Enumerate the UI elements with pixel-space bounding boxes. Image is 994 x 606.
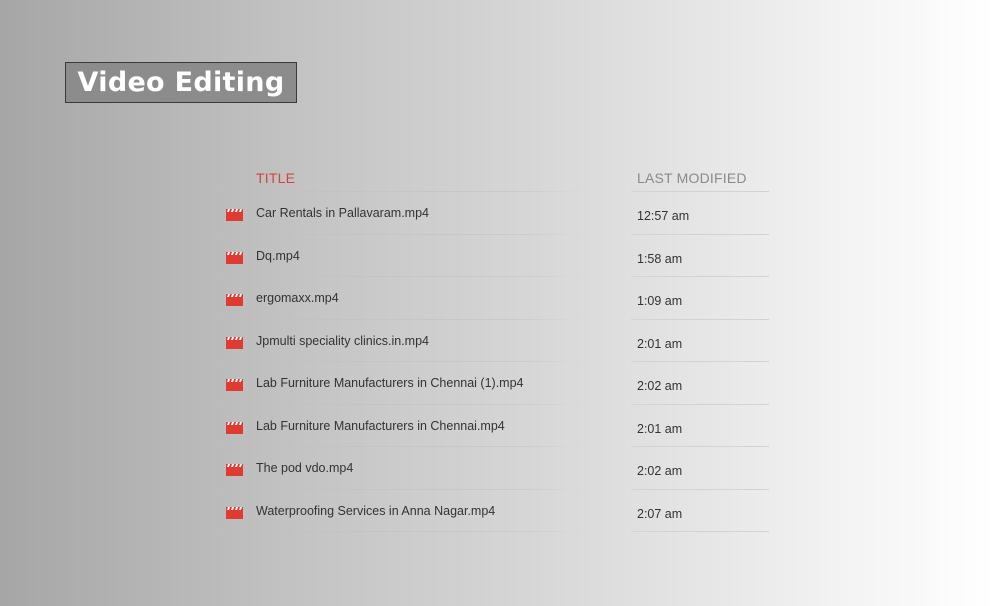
file-name-link[interactable]: Dq.mp4 xyxy=(256,249,300,263)
file-last-modified: 1:09 am xyxy=(637,294,683,308)
video-file-icon xyxy=(226,293,243,306)
file-name-link[interactable]: Jpmulti speciality clinics.in.mp4 xyxy=(256,334,429,348)
file-last-modified: 2:01 am xyxy=(637,336,683,351)
page-title: Video Editing xyxy=(77,67,285,98)
file-last-modified: 2:02 am xyxy=(637,464,683,478)
file-last-modified: 2:01 am xyxy=(637,421,683,436)
video-file-icon xyxy=(226,208,243,221)
video-file-icon xyxy=(226,463,243,476)
file-last-modified: 2:07 am xyxy=(637,506,683,521)
video-file-icon xyxy=(226,378,243,391)
file-name-link[interactable]: Lab Furniture Manufacturers in Chennai (… xyxy=(256,376,524,390)
page-title-box: Video Editing xyxy=(65,62,297,103)
table-row[interactable]: Waterproofing Services in Anna Nagar.mp4… xyxy=(221,490,769,532)
table-row[interactable]: ergomaxx.mp4 1:09 am xyxy=(221,277,769,320)
table-row[interactable]: Car Rentals in Pallavaram.mp4 12:57 am xyxy=(221,192,769,235)
file-name-link[interactable]: Lab Furniture Manufacturers in Chennai.m… xyxy=(256,419,505,433)
file-last-modified: 2:02 am xyxy=(637,379,683,393)
divider xyxy=(221,531,581,532)
file-name-link[interactable]: ergomaxx.mp4 xyxy=(256,291,339,305)
column-header-last-modified[interactable]: LAST MODIFIED xyxy=(637,170,747,186)
video-file-icon xyxy=(226,506,243,519)
file-name-link[interactable]: The pod vdo.mp4 xyxy=(256,461,353,475)
video-file-icon xyxy=(226,336,243,349)
table-row[interactable]: Lab Furniture Manufacturers in Chennai.m… xyxy=(221,405,769,447)
column-header-title[interactable]: TITLE xyxy=(256,170,295,186)
video-file-icon xyxy=(226,421,243,434)
table-row[interactable]: Dq.mp4 1:58 am xyxy=(221,235,769,277)
file-list-table: TITLE LAST MODIFIED Car Rentals in Palla… xyxy=(221,162,769,532)
table-header: TITLE LAST MODIFIED xyxy=(221,162,769,192)
divider xyxy=(631,531,769,532)
file-rows: Car Rentals in Pallavaram.mp4 12:57 am Dq… xyxy=(221,192,769,532)
table-row[interactable]: The pod vdo.mp4 2:02 am xyxy=(221,447,769,490)
file-last-modified: 12:57 am xyxy=(637,209,690,223)
file-name-link[interactable]: Car Rentals in Pallavaram.mp4 xyxy=(256,206,429,220)
video-file-icon xyxy=(226,251,243,264)
table-row[interactable]: Lab Furniture Manufacturers in Chennai (… xyxy=(221,362,769,405)
file-last-modified: 1:58 am xyxy=(637,251,683,266)
file-name-link[interactable]: Waterproofing Services in Anna Nagar.mp4 xyxy=(256,504,495,518)
table-row[interactable]: Jpmulti speciality clinics.in.mp4 2:01 am xyxy=(221,320,769,362)
